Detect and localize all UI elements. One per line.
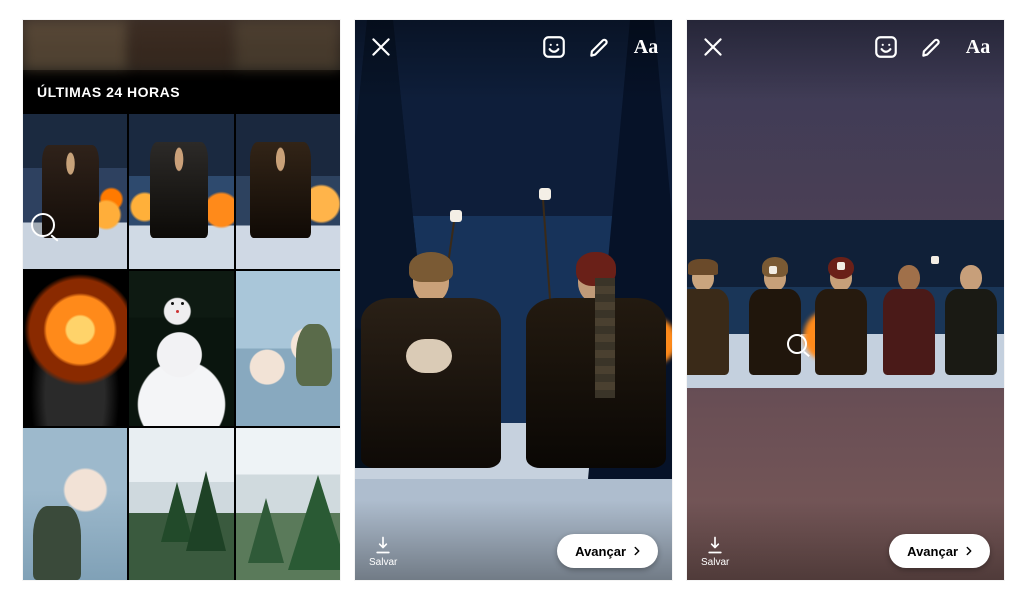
save-label: Salvar	[701, 557, 729, 568]
recent-strip	[23, 20, 340, 70]
recent-blur	[23, 20, 340, 70]
photo-thumb[interactable]	[236, 271, 340, 426]
editor-topbar: Aa	[687, 20, 1004, 74]
save-label: Salvar	[369, 557, 397, 568]
landscape-photo	[687, 220, 1004, 388]
next-label: Avançar	[907, 544, 958, 559]
photo-thumb[interactable]	[236, 114, 340, 269]
draw-icon[interactable]	[586, 33, 614, 61]
magnify-icon	[787, 334, 807, 354]
photo-thumb[interactable]	[129, 271, 233, 426]
photo-thumb[interactable]	[129, 428, 233, 580]
editor-bottombar: Salvar Avançar	[355, 522, 672, 580]
editor-topbar: Aa	[355, 20, 672, 74]
close-icon[interactable]	[367, 33, 395, 61]
gallery-picker-screen: ÚLTIMAS 24 HORAS	[23, 20, 340, 580]
story-canvas[interactable]	[355, 20, 672, 580]
draw-icon[interactable]	[918, 33, 946, 61]
editor-bottombar: Salvar Avançar	[687, 522, 1004, 580]
save-button[interactable]: Salvar	[701, 535, 729, 568]
next-label: Avançar	[575, 544, 626, 559]
section-title: ÚLTIMAS 24 HORAS	[37, 84, 180, 100]
next-button[interactable]: Avançar	[889, 534, 990, 568]
photo-thumb[interactable]	[23, 428, 127, 580]
magnify-icon	[31, 213, 55, 237]
story-editor-portrait: Aa Salvar Avançar	[355, 20, 672, 580]
chevron-right-icon	[962, 544, 976, 558]
next-button[interactable]: Avançar	[557, 534, 658, 568]
save-button[interactable]: Salvar	[369, 535, 397, 568]
story-canvas[interactable]	[687, 20, 1004, 580]
text-tool-icon[interactable]: Aa	[632, 33, 660, 61]
photo-thumb[interactable]	[23, 271, 127, 426]
photo-thumb[interactable]	[236, 428, 340, 580]
close-icon[interactable]	[699, 33, 727, 61]
sticker-icon[interactable]	[540, 33, 568, 61]
photo-grid	[23, 114, 340, 580]
chevron-right-icon	[630, 544, 644, 558]
text-tool-icon[interactable]: Aa	[964, 33, 992, 61]
sticker-icon[interactable]	[872, 33, 900, 61]
photo-thumb[interactable]	[129, 114, 233, 269]
story-editor-landscape: Aa Salvar Avançar	[687, 20, 1004, 580]
photo-thumb[interactable]	[23, 114, 127, 269]
